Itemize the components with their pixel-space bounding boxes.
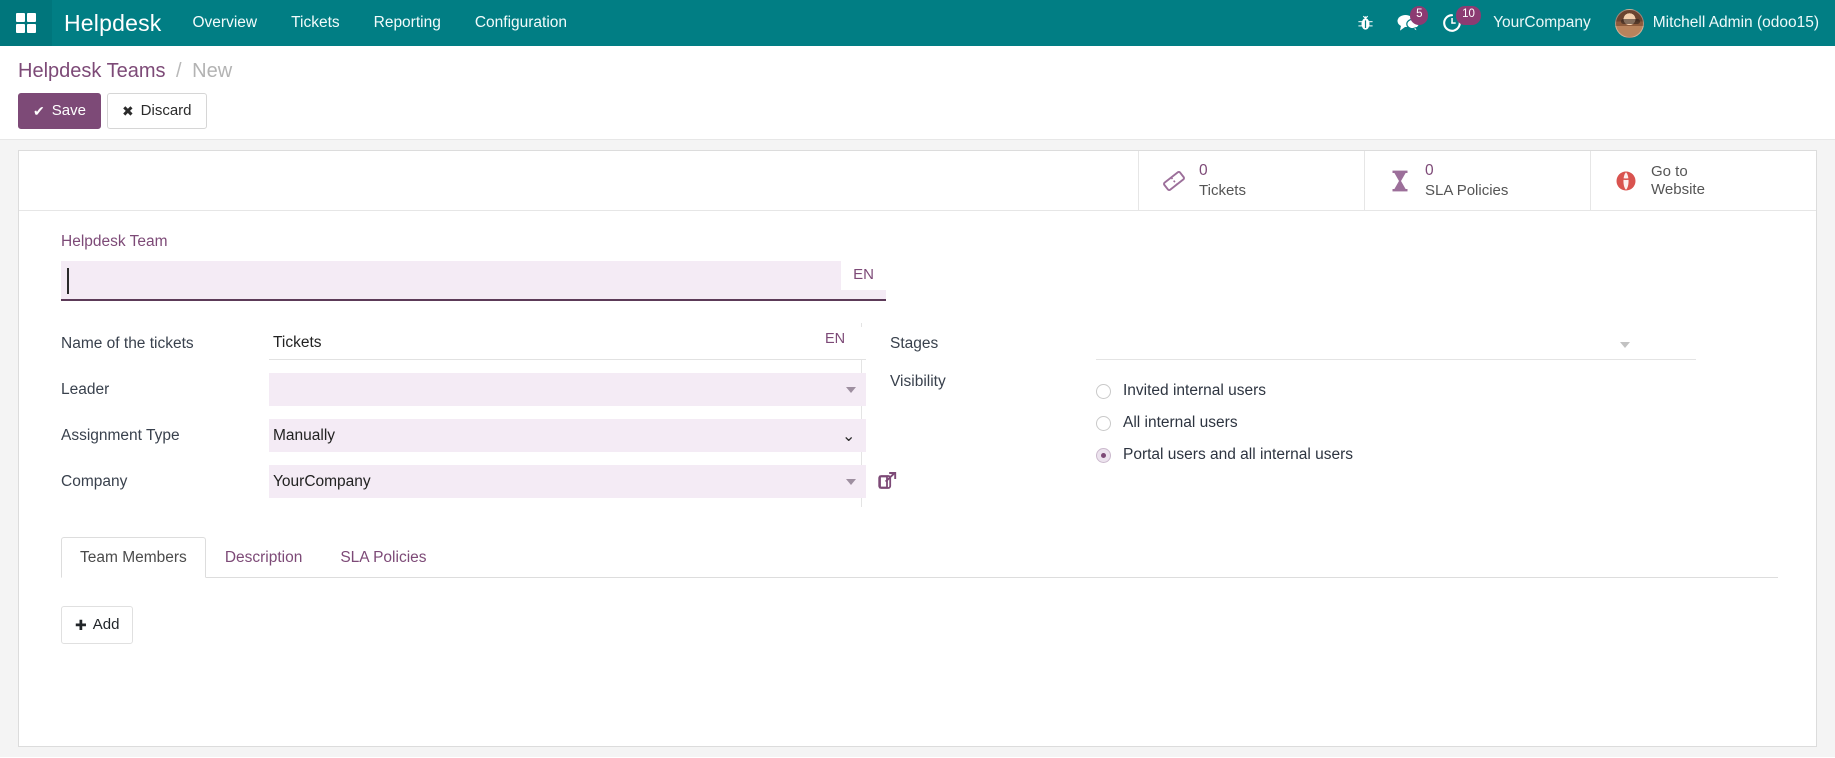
tab-description[interactable]: Description — [206, 537, 322, 578]
stat-button-sla-text: 0 SLA Policies — [1425, 162, 1508, 200]
field-row-visibility: Visibility Invited internal users All in… — [890, 369, 1778, 471]
radio-option-portal-users-and-all-internal-users[interactable]: Portal users and all internal users — [1096, 439, 1778, 471]
field-row-stages: Stages — [890, 323, 1778, 364]
label-stages: Stages — [890, 335, 1096, 353]
input-leader[interactable] — [269, 373, 866, 406]
label-company: Company — [61, 473, 269, 491]
radio-icon — [1096, 384, 1111, 399]
apps-menu-button[interactable] — [0, 0, 52, 46]
notebook-tabs: Team Members Description SLA Policies — [61, 537, 1778, 578]
input-name-of-the-tickets[interactable] — [269, 327, 866, 360]
label-leader: Leader — [61, 381, 269, 399]
field-row-leader: Leader — [61, 369, 851, 410]
menu-item-overview[interactable]: Overview — [176, 0, 275, 46]
stat-button-tickets[interactable]: 0 Tickets — [1138, 151, 1364, 211]
language-badge-en-tickets[interactable]: EN — [825, 331, 845, 347]
avatar — [1615, 9, 1644, 38]
times-icon: ✖ — [122, 104, 134, 118]
stat-button-go-to-website[interactable]: Go to Website — [1590, 151, 1816, 211]
form-sheet: 0 Tickets 0 SLA Policies — [18, 150, 1817, 747]
hourglass-icon — [1387, 169, 1413, 193]
helpdesk-team-name-field: EN — [61, 261, 886, 301]
globe-icon — [1613, 170, 1639, 192]
helpdesk-team-label: Helpdesk Team — [61, 233, 1778, 251]
add-button-label: Add — [93, 616, 120, 633]
plus-icon: ✚ — [75, 618, 87, 632]
menu-item-tickets[interactable]: Tickets — [274, 0, 357, 46]
select-assignment-type[interactable]: Manually — [269, 419, 866, 452]
breadcrumb: Helpdesk Teams / New — [18, 58, 1835, 84]
input-stages-tags[interactable] — [1096, 328, 1696, 360]
input-company[interactable] — [269, 465, 866, 498]
messages-badge-count: 5 — [1410, 6, 1428, 25]
discard-button[interactable]: ✖ Discard — [107, 93, 207, 129]
stat-website-label: Website — [1651, 181, 1705, 199]
stat-website-value: Go to — [1651, 163, 1705, 181]
radio-group-visibility: Invited internal users All internal user… — [1096, 373, 1778, 471]
chevron-down-icon — [1620, 342, 1630, 348]
messages-icon[interactable]: 5 — [1396, 0, 1420, 46]
label-assignment-type: Assignment Type — [61, 427, 269, 445]
stat-tickets-label: Tickets — [1199, 182, 1246, 199]
external-link-icon[interactable] — [877, 470, 898, 496]
save-button-label: Save — [52, 103, 86, 118]
navbar-right-group: 5 10 YourCompany Mitchell Admin (odoo15) — [1346, 0, 1835, 46]
user-menu-label: Mitchell Admin (odoo15) — [1653, 14, 1819, 32]
field-row-name-of-tickets: Name of the tickets EN — [61, 323, 851, 364]
bug-icon[interactable] — [1357, 0, 1374, 46]
form-columns: Name of the tickets EN Leader — [61, 323, 1778, 507]
menu-item-reporting[interactable]: Reporting — [357, 0, 458, 46]
activities-clock-icon[interactable]: 10 — [1442, 0, 1462, 46]
radio-icon-selected — [1096, 448, 1111, 463]
radio-icon — [1096, 416, 1111, 431]
tab-sla-policies[interactable]: SLA Policies — [321, 537, 445, 578]
field-row-assignment-type: Assignment Type Manually ⌄ — [61, 415, 851, 456]
notebook: Team Members Description SLA Policies ✚ … — [61, 537, 1778, 644]
top-navbar: Helpdesk Overview Tickets Reporting Conf… — [0, 0, 1835, 46]
breadcrumb-separator: / — [176, 60, 182, 82]
save-button[interactable]: ✔ Save — [18, 93, 101, 129]
current-company-label[interactable]: YourCompany — [1473, 14, 1607, 32]
ticket-icon — [1161, 170, 1187, 192]
radio-label: Invited internal users — [1123, 382, 1266, 400]
form-column-left: Name of the tickets EN Leader — [61, 323, 851, 507]
form-view-background: 0 Tickets 0 SLA Policies — [0, 140, 1835, 757]
control-panel: Helpdesk Teams / New ✔ Save ✖ Discard — [0, 46, 1835, 140]
language-badge-en[interactable]: EN — [841, 261, 886, 290]
check-icon: ✔ — [33, 104, 45, 118]
stat-button-sla-policies[interactable]: 0 SLA Policies — [1364, 151, 1590, 211]
field-row-company: Company — [61, 461, 851, 502]
radio-option-invited-internal-users[interactable]: Invited internal users — [1096, 375, 1778, 407]
tab-pane-team-members: ✚ Add — [61, 578, 1778, 644]
stat-button-bar: 0 Tickets 0 SLA Policies — [19, 151, 1816, 211]
stat-button-website-text: Go to Website — [1651, 163, 1705, 200]
apps-grid-icon — [16, 13, 36, 33]
form-column-right: Stages Visibility — [861, 323, 1778, 507]
label-visibility: Visibility — [890, 373, 1096, 391]
user-menu[interactable]: Mitchell Admin (odoo15) — [1607, 9, 1825, 38]
discard-button-label: Discard — [141, 103, 192, 118]
tab-team-members[interactable]: Team Members — [61, 537, 206, 578]
stat-sla-label: SLA Policies — [1425, 182, 1508, 199]
menu-item-configuration[interactable]: Configuration — [458, 0, 584, 46]
form-body: Helpdesk Team EN Name of the tickets EN — [19, 211, 1816, 507]
activities-badge-count: 10 — [1456, 6, 1481, 25]
helpdesk-team-name-input[interactable] — [61, 261, 886, 301]
radio-label: Portal users and all internal users — [1123, 446, 1353, 464]
stat-sla-value: 0 — [1425, 162, 1508, 181]
stat-button-tickets-text: 0 Tickets — [1199, 162, 1246, 200]
radio-option-all-internal-users[interactable]: All internal users — [1096, 407, 1778, 439]
label-name-of-the-tickets: Name of the tickets — [61, 335, 269, 353]
app-brand-helpdesk[interactable]: Helpdesk — [52, 0, 176, 46]
breadcrumb-item-helpdesk-teams[interactable]: Helpdesk Teams — [18, 60, 165, 82]
radio-label: All internal users — [1123, 414, 1238, 432]
form-action-buttons: ✔ Save ✖ Discard — [18, 93, 1835, 129]
text-cursor — [67, 268, 69, 294]
breadcrumb-item-new: New — [192, 60, 232, 82]
stat-tickets-value: 0 — [1199, 162, 1246, 181]
add-team-member-button[interactable]: ✚ Add — [61, 606, 133, 644]
